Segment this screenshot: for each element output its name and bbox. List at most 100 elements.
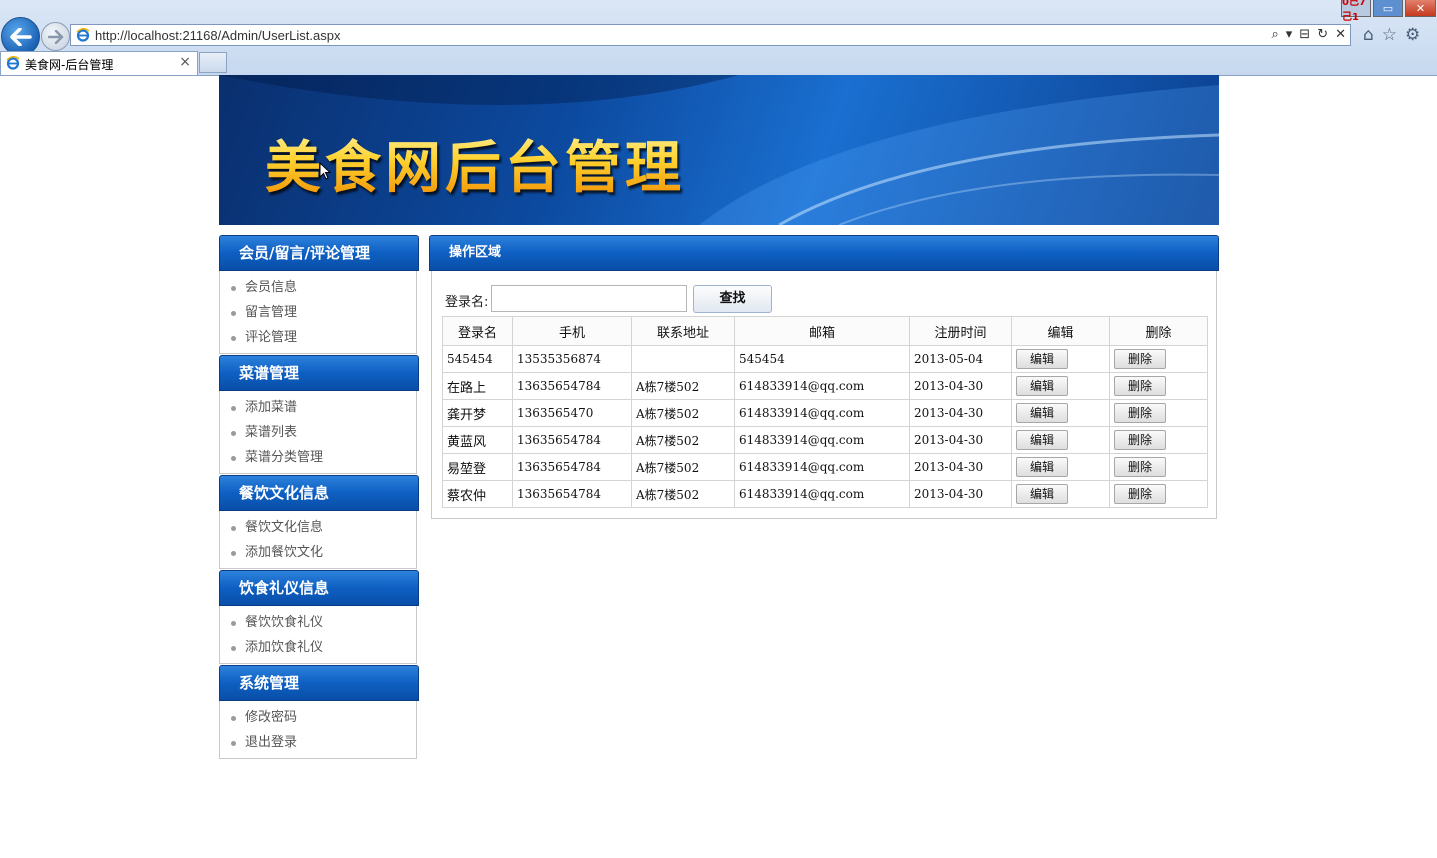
close-window-button[interactable]: ✕ <box>1405 0 1436 17</box>
cell-login: 龚开梦 <box>442 399 513 427</box>
sidebar-item-etiquette-info[interactable]: 餐饮饮食礼仪 <box>220 610 416 635</box>
sidebar-item-recipe-category[interactable]: 菜谱分类管理 <box>220 445 416 470</box>
tab-close-icon[interactable]: × <box>179 54 191 70</box>
sidebar-item-culture-info[interactable]: 餐饮文化信息 <box>220 515 416 540</box>
cell-login: 黄蓝风 <box>442 426 513 454</box>
menu-section-title[interactable]: 菜谱管理 <box>219 355 419 391</box>
table-row: 易堃登 13635654784 A栋7楼502 614833914@qq.com… <box>442 453 1208 481</box>
delete-button[interactable]: 删除 <box>1114 430 1166 450</box>
delete-button[interactable]: 删除 <box>1114 403 1166 423</box>
chevron-down-icon[interactable]: ▾ <box>1286 27 1293 43</box>
cell-delete: 删除 <box>1109 399 1208 427</box>
browser-tab[interactable]: 美食网-后台管理 × <box>0 51 198 75</box>
menu-section-title[interactable]: 餐饮文化信息 <box>219 475 419 511</box>
cell-phone: 13635654784 <box>512 372 632 400</box>
cell-phone: 13635654784 <box>512 453 632 481</box>
new-tab-button[interactable] <box>199 52 227 73</box>
edit-button[interactable]: 编辑 <box>1016 430 1068 450</box>
cell-phone: 1363565470 <box>512 399 632 427</box>
sidebar-item-comment-manage[interactable]: 评论管理 <box>220 325 416 350</box>
cell-date: 2013-04-30 <box>909 480 1012 508</box>
column-header-login: 登录名 <box>442 316 513 346</box>
sidebar-item-logout[interactable]: 退出登录 <box>220 730 416 755</box>
site-banner: 美食网后台管理 <box>219 75 1219 225</box>
column-header-email: 邮箱 <box>734 316 910 346</box>
ie-logo-icon <box>6 56 20 70</box>
delete-button[interactable]: 删除 <box>1114 376 1166 396</box>
cell-email: 614833914@qq.com <box>734 480 910 508</box>
menu-section-title[interactable]: 系统管理 <box>219 665 419 701</box>
cell-address: A栋7楼502 <box>631 372 735 400</box>
sidebar-item-add-recipe[interactable]: 添加菜谱 <box>220 395 416 420</box>
cell-email: 614833914@qq.com <box>734 399 910 427</box>
column-header-address: 联系地址 <box>631 316 735 346</box>
cell-address: A栋7楼502 <box>631 453 735 481</box>
delete-button[interactable]: 删除 <box>1114 457 1166 477</box>
cell-delete: 删除 <box>1109 345 1208 373</box>
cell-email: 614833914@qq.com <box>734 453 910 481</box>
minimize-button[interactable]: 0己7己1 <box>1341 0 1371 23</box>
cell-date: 2013-04-30 <box>909 372 1012 400</box>
cell-email: 545454 <box>734 345 910 373</box>
cell-phone: 13635654784 <box>512 426 632 454</box>
url-text[interactable]: http://localhost:21168/Admin/UserList.as… <box>95 28 340 43</box>
settings-gear-icon[interactable]: ⚙ <box>1405 26 1420 44</box>
refresh-icon[interactable]: ↻ <box>1317 27 1328 43</box>
sidebar-item-member-info[interactable]: 会员信息 <box>220 275 416 300</box>
sidebar-item-change-password[interactable]: 修改密码 <box>220 705 416 730</box>
menu-section-recipe: 菜谱管理 添加菜谱 菜谱列表 菜谱分类管理 <box>219 355 419 474</box>
cell-edit: 编辑 <box>1011 426 1110 454</box>
cell-delete: 删除 <box>1109 453 1208 481</box>
menu-section-title[interactable]: 饮食礼仪信息 <box>219 570 419 606</box>
search-icon[interactable]: ⌕ <box>1271 27 1278 43</box>
home-icon[interactable]: ⌂ <box>1363 26 1374 44</box>
mouse-cursor-icon <box>319 162 331 180</box>
search-label: 登录名: <box>445 295 489 310</box>
cell-address <box>631 345 735 373</box>
sidebar: 会员/留言/评论管理 会员信息 留言管理 评论管理 菜谱管理 添加菜谱 菜谱列表… <box>219 235 419 759</box>
sidebar-item-add-etiquette[interactable]: 添加饮食礼仪 <box>220 635 416 660</box>
table-row: 蔡农仲 13635654784 A栋7楼502 614833914@qq.com… <box>442 480 1208 508</box>
sidebar-item-recipe-list[interactable]: 菜谱列表 <box>220 420 416 445</box>
menu-section-title[interactable]: 会员/留言/评论管理 <box>219 235 419 271</box>
cell-login: 易堃登 <box>442 453 513 481</box>
cell-delete: 删除 <box>1109 372 1208 400</box>
edit-button[interactable]: 编辑 <box>1016 403 1068 423</box>
table-row: 龚开梦 1363565470 A栋7楼502 614833914@qq.com … <box>442 399 1208 427</box>
cell-edit: 编辑 <box>1011 480 1110 508</box>
edit-button[interactable]: 编辑 <box>1016 376 1068 396</box>
column-header-delete: 删除 <box>1109 316 1208 346</box>
search-button[interactable]: 查找 <box>693 285 772 313</box>
cell-email: 614833914@qq.com <box>734 372 910 400</box>
sidebar-item-message-manage[interactable]: 留言管理 <box>220 300 416 325</box>
tab-title: 美食网-后台管理 <box>25 58 114 72</box>
compatibility-view-icon[interactable]: ⊟ <box>1299 27 1310 43</box>
cell-email: 614833914@qq.com <box>734 426 910 454</box>
edit-button[interactable]: 编辑 <box>1016 349 1068 369</box>
stop-icon[interactable]: ✕ <box>1335 27 1346 43</box>
cell-delete: 删除 <box>1109 426 1208 454</box>
cell-edit: 编辑 <box>1011 345 1110 373</box>
cell-edit: 编辑 <box>1011 372 1110 400</box>
login-name-search-input[interactable] <box>491 285 687 312</box>
address-bar[interactable]: http://localhost:21168/Admin/UserList.as… <box>70 24 1351 46</box>
cell-phone: 13635654784 <box>512 480 632 508</box>
cell-edit: 编辑 <box>1011 399 1110 427</box>
favorites-star-icon[interactable]: ☆ <box>1382 26 1397 44</box>
table-header-row: 登录名 手机 联系地址 邮箱 注册时间 编辑 删除 <box>442 316 1208 346</box>
arrow-left-icon <box>9 27 32 46</box>
sidebar-item-add-culture[interactable]: 添加餐饮文化 <box>220 540 416 565</box>
forward-button[interactable] <box>41 22 70 51</box>
delete-button[interactable]: 删除 <box>1114 484 1166 504</box>
cell-phone: 13535356874 <box>512 345 632 373</box>
cell-login: 在路上 <box>442 372 513 400</box>
maximize-button[interactable]: ▭ <box>1373 0 1403 17</box>
cell-date: 2013-04-30 <box>909 426 1012 454</box>
column-header-register-date: 注册时间 <box>909 316 1012 346</box>
delete-button[interactable]: 删除 <box>1114 349 1166 369</box>
edit-button[interactable]: 编辑 <box>1016 484 1068 504</box>
edit-button[interactable]: 编辑 <box>1016 457 1068 477</box>
cell-edit: 编辑 <box>1011 453 1110 481</box>
cell-delete: 删除 <box>1109 480 1208 508</box>
menu-section-etiquette: 饮食礼仪信息 餐饮饮食礼仪 添加饮食礼仪 <box>219 570 419 664</box>
